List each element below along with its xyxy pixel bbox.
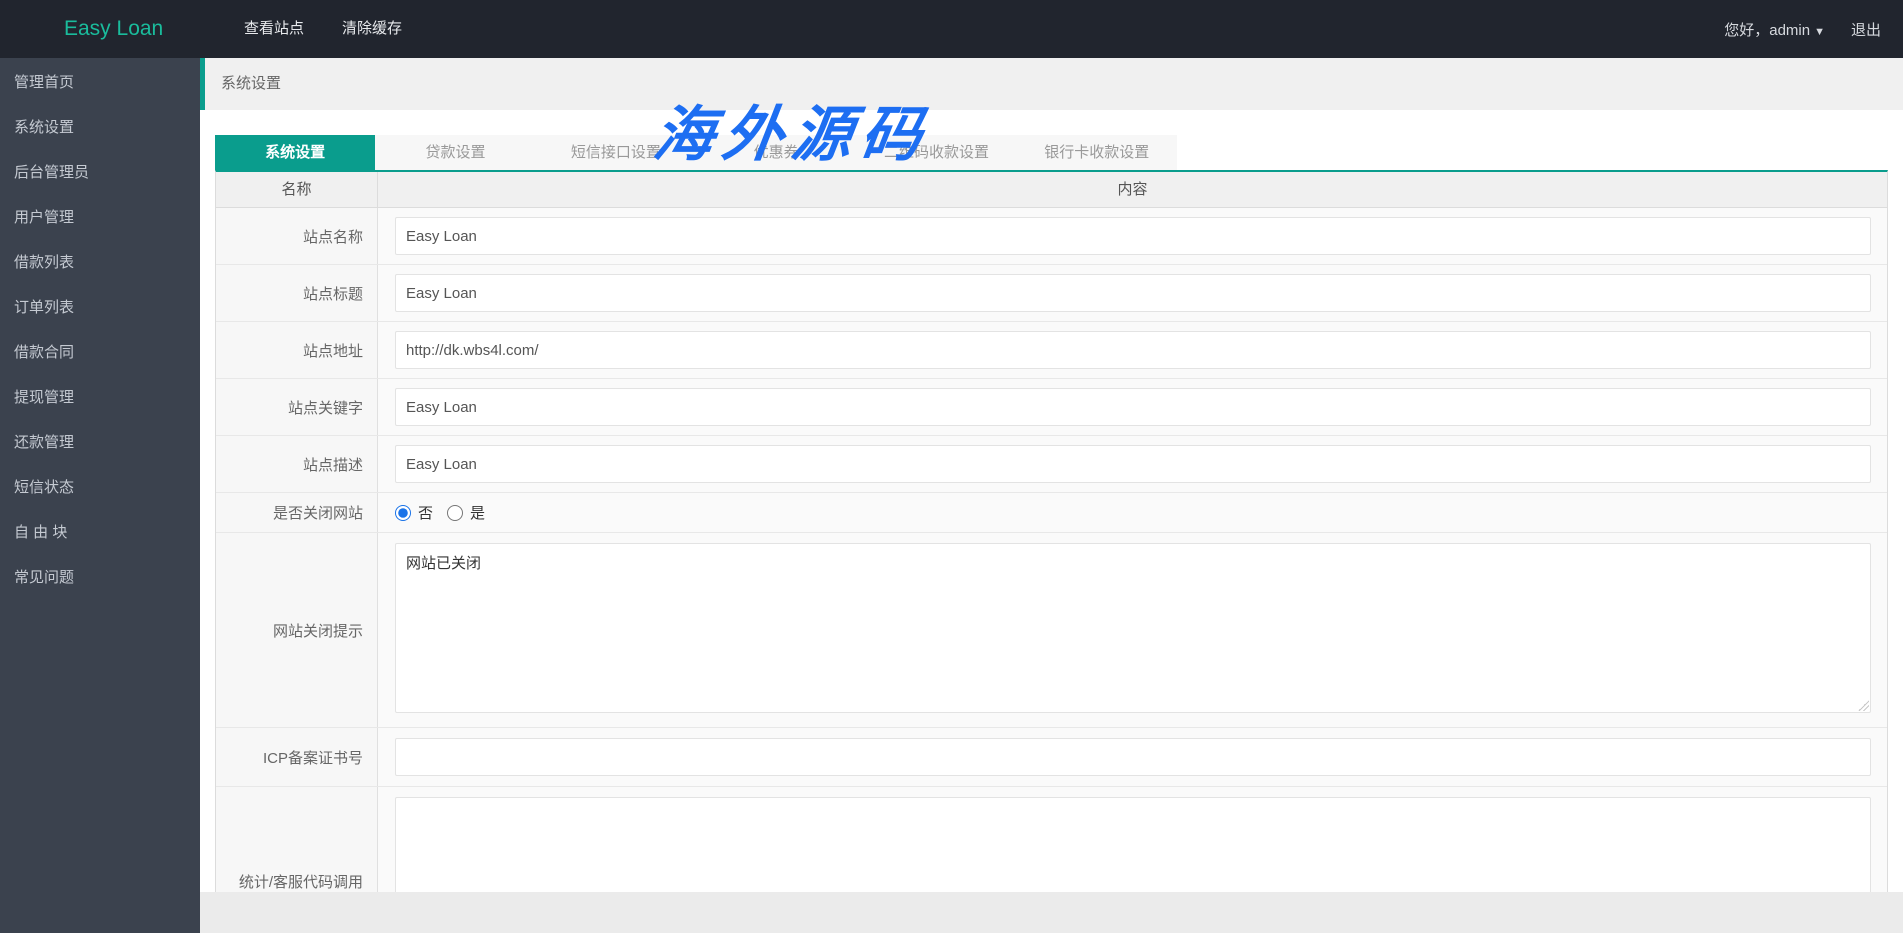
sidebar-item-8[interactable]: 提现管理 <box>0 375 200 420</box>
tab-4[interactable]: 优惠券 <box>696 135 856 170</box>
column-header-name: 名称 <box>216 172 378 207</box>
top-menu: 查看站点 清除缓存 <box>244 0 402 58</box>
row-content-cell <box>378 728 1887 786</box>
tab-6[interactable]: 银行卡收款设置 <box>1017 135 1177 170</box>
sidebar-item-9[interactable]: 还款管理 <box>0 420 200 465</box>
row-content-cell <box>378 265 1887 321</box>
radio-label: 否 <box>418 505 434 522</box>
table-header-row: 名称 内容 <box>216 172 1887 208</box>
sidebar-item-2[interactable]: 系统设置 <box>0 105 200 150</box>
text-input[interactable] <box>395 331 1871 369</box>
sidebar-item-4[interactable]: 用户管理 <box>0 195 200 240</box>
breadcrumb: 系统设置 <box>200 58 1903 110</box>
sidebar: 管理首页 系统设置 后台管理员 用户管理 借款列表 订单列表 借款合同 提现管理 还款管理 短信状… <box>0 58 200 933</box>
column-header-content: 内容 <box>1117 181 1148 198</box>
settings-tabs: 系统设置 贷款设置 短信接口设置 优惠券 二维码收款设置 银行卡收款设置 <box>215 135 1177 170</box>
row-content-cell: 否是 <box>378 493 1887 532</box>
close-site-radio-group: 否是 <box>395 502 495 523</box>
table-row: 是否关闭网站否是 <box>216 493 1887 533</box>
app-logo: Easy Loan <box>64 17 164 40</box>
sidebar-item-6[interactable]: 订单列表 <box>0 285 200 330</box>
tab-3[interactable]: 短信接口设置 <box>536 135 696 170</box>
row-content-cell <box>378 208 1887 264</box>
row-label: 站点描述 <box>216 436 378 492</box>
row-label: ICP备案证书号 <box>216 728 378 786</box>
admin-app: Easy Loan 查看站点 清除缓存 您好，admin ▼ 退出 管理首页 系统设置… <box>0 0 1903 933</box>
table-row: 网站关闭提示 <box>216 533 1887 728</box>
logout-button[interactable]: 退出 <box>1851 19 1881 40</box>
chevron-down-icon: ▼ <box>1814 25 1825 38</box>
settings-table: 名称 内容 站点名称站点标题站点地址站点关键字站点描述是否关闭网站否是网站关闭提… <box>215 170 1888 933</box>
text-input[interactable] <box>395 445 1871 483</box>
topmenu-item-2[interactable]: 清除缓存 <box>342 0 402 58</box>
sidebar-item-11[interactable]: 自 由 块 <box>0 510 200 555</box>
row-content-cell <box>378 436 1887 492</box>
tab-2[interactable]: 贷款设置 <box>375 135 535 170</box>
text-input[interactable] <box>395 738 1871 776</box>
radio-label: 是 <box>470 505 486 522</box>
user-greeting: 您好，admin <box>1724 21 1811 39</box>
row-content-cell <box>378 533 1887 727</box>
row-label: 站点关键字 <box>216 379 378 435</box>
row-content-cell <box>378 322 1887 378</box>
table-row: 站点名称 <box>216 208 1887 265</box>
top-navbar: Easy Loan 查看站点 清除缓存 您好，admin ▼ 退出 <box>0 0 1903 58</box>
sidebar-item-5[interactable]: 借款列表 <box>0 240 200 285</box>
tab-5[interactable]: 二维码收款设置 <box>856 135 1016 170</box>
row-label: 网站关闭提示 <box>216 533 378 727</box>
resize-grip-icon[interactable] <box>1858 700 1869 711</box>
radio-option-否[interactable] <box>395 504 411 521</box>
row-content-cell <box>378 379 1887 435</box>
sidebar-menu: 管理首页 系统设置 后台管理员 用户管理 借款列表 订单列表 借款合同 提现管理 还款管理 短信状… <box>0 58 200 600</box>
sidebar-item-12[interactable]: 常见问题 <box>0 555 200 600</box>
main-content: 系统设置 系统设置 贷款设置 短信接口设置 优惠券 二维码收款设置 银行卡收款设置 名称 … <box>200 58 1903 933</box>
text-input[interactable] <box>395 274 1871 312</box>
text-input[interactable] <box>395 388 1871 426</box>
tab-1[interactable]: 系统设置 <box>215 135 376 170</box>
radio-option-是[interactable] <box>447 504 464 521</box>
table-row: 站点描述 <box>216 436 1887 493</box>
table-row: 站点标题 <box>216 265 1887 322</box>
row-label: 站点地址 <box>216 322 378 378</box>
topmenu-item-1[interactable]: 查看站点 <box>244 0 304 58</box>
sidebar-item-3[interactable]: 后台管理员 <box>0 150 200 195</box>
table-row: 站点关键字 <box>216 379 1887 436</box>
text-input[interactable] <box>395 217 1871 255</box>
table-row: ICP备案证书号 <box>216 728 1887 787</box>
sidebar-item-1[interactable]: 管理首页 <box>0 60 200 105</box>
user-dropdown[interactable]: 您好，admin ▼ <box>1724 19 1825 40</box>
table-row: 站点地址 <box>216 322 1887 379</box>
table-body: 站点名称站点标题站点地址站点关键字站点描述是否关闭网站否是网站关闭提示ICP备案… <box>216 208 1887 933</box>
row-label: 站点名称 <box>216 208 378 264</box>
bottom-gray-strip <box>200 892 1903 933</box>
text-area[interactable] <box>395 543 1871 713</box>
breadcrumb-title: 系统设置 <box>221 75 282 92</box>
row-label: 是否关闭网站 <box>216 493 378 532</box>
textarea-wrap <box>395 543 1871 713</box>
sidebar-item-7[interactable]: 借款合同 <box>0 330 200 375</box>
sidebar-item-10[interactable]: 短信状态 <box>0 465 200 510</box>
top-right-area: 您好，admin ▼ 退出 <box>1724 0 1881 58</box>
row-label: 站点标题 <box>216 265 378 321</box>
